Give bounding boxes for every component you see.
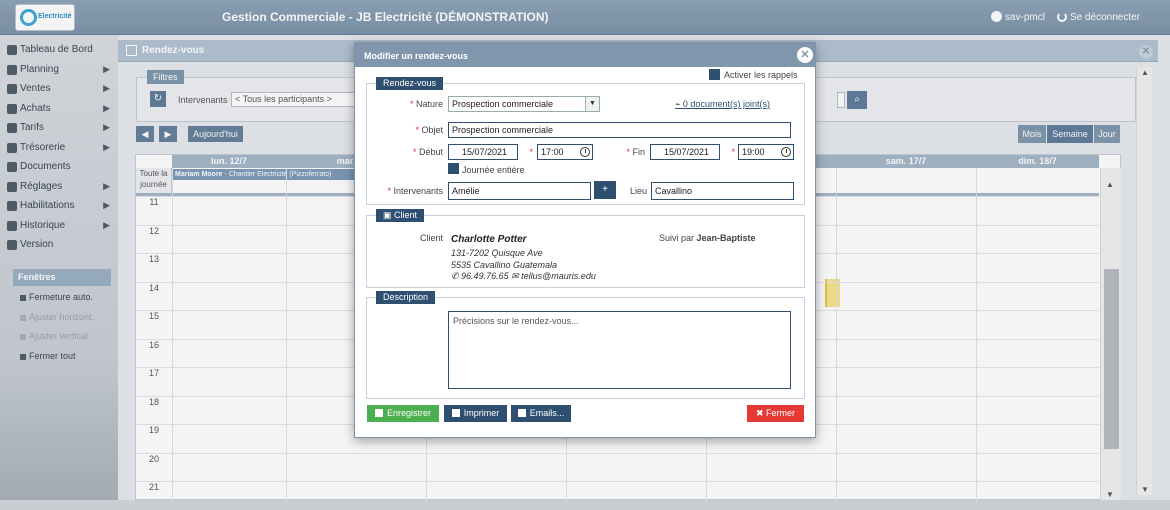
attachments-text: 0 document(s) joint(s) xyxy=(682,99,770,109)
id-card-icon: ▣ xyxy=(383,210,395,220)
fin-date-input[interactable]: 15/07/2021 xyxy=(650,144,720,160)
debut-time-input[interactable]: 17:00 xyxy=(537,144,593,160)
lieu-label: Lieu xyxy=(629,186,647,196)
suivi-label: Suivi par Jean-Baptiste xyxy=(659,233,756,243)
debut-time-value: 17:00 xyxy=(541,147,564,157)
client-email[interactable]: tellus@mauris.edu xyxy=(521,271,596,281)
chevron-down-icon[interactable]: ▼ xyxy=(585,97,599,111)
description-legend: Description xyxy=(376,291,436,304)
allday-checkbox-label: Journée entière xyxy=(462,165,525,175)
nature-label: * Nature xyxy=(409,99,443,109)
fin-label: * Fin xyxy=(626,147,645,157)
close-label: Fermer xyxy=(766,408,796,418)
phone-icon: ✆ xyxy=(451,271,462,281)
print-icon xyxy=(451,409,460,417)
debut-label-text: Début xyxy=(418,147,443,157)
debut-time-required: * xyxy=(529,147,533,157)
attachments-link[interactable]: ⌁ 0 document(s) joint(s) xyxy=(675,99,770,110)
allday-checkbox[interactable] xyxy=(448,163,459,174)
save-label: Enregistrer xyxy=(386,408,431,418)
description-fieldset: Description Précisions sur le rendez-vou… xyxy=(366,291,805,399)
objet-label-text: Objet xyxy=(421,125,443,135)
client-phone[interactable]: 96.49.76.65 xyxy=(461,271,509,281)
edit-appointment-dialog: Modifier un rendez-vous ✕ Activer les ra… xyxy=(354,42,816,438)
dialog-header: Modifier un rendez-vous ✕ xyxy=(355,43,815,67)
client-legend: ▣ Client xyxy=(376,209,425,222)
objet-input[interactable]: Prospection commerciale xyxy=(448,122,791,138)
description-textarea[interactable]: Précisions sur le rendez-vous... xyxy=(448,311,791,389)
add-user-button[interactable]: + xyxy=(594,181,616,199)
close-button[interactable]: ✖ Fermer xyxy=(747,405,804,422)
reminders-label: Activer les rappels xyxy=(724,70,798,80)
fin-time-input[interactable]: 19:00 xyxy=(738,144,794,160)
fin-label-text: Fin xyxy=(632,147,645,157)
add-user-icon: + xyxy=(602,184,608,195)
objet-label: * Objet xyxy=(415,125,443,135)
nature-select[interactable]: Prospection commerciale ▼ xyxy=(448,96,600,112)
close-icon: ✖ xyxy=(755,408,767,418)
client-contact: ✆ 96.49.76.65 ✉ tellus@mauris.edu xyxy=(451,271,596,282)
client-legend-text: Client xyxy=(394,210,418,220)
debut-label: * Début xyxy=(412,147,443,157)
paperclip-icon: ⌁ xyxy=(675,99,683,109)
client-address-line1: 131-7202 Quisque Ave xyxy=(451,248,543,258)
client-name[interactable]: Charlotte Potter xyxy=(451,234,527,245)
intervenants-label: * Intervenants xyxy=(387,186,443,196)
dialog-title: Modifier un rendez-vous xyxy=(364,51,469,61)
lieu-input[interactable]: Cavallino xyxy=(651,182,794,200)
print-button[interactable]: Imprimer xyxy=(444,405,507,422)
nature-value: Prospection commerciale xyxy=(452,99,554,109)
client-address-line2: 5535 Cavallino Guatemala xyxy=(451,260,558,270)
intervenants-label-text: Intervenants xyxy=(393,186,443,196)
envelope-icon xyxy=(517,409,526,417)
nature-label-text: Nature xyxy=(415,99,443,109)
suivi-label-text: Suivi par xyxy=(659,233,695,243)
rdv-fieldset: Rendez-vous * Nature Prospection commerc… xyxy=(366,77,805,205)
debut-date-input[interactable]: 15/07/2021 xyxy=(448,144,518,160)
dialog-close-button[interactable]: ✕ xyxy=(797,47,813,63)
envelope-icon: ✉ xyxy=(511,271,522,281)
floppy-icon xyxy=(374,409,383,417)
suivi-value: Jean-Baptiste xyxy=(696,233,756,243)
email-label: Emails... xyxy=(529,408,565,418)
reminders-checkbox[interactable] xyxy=(709,69,720,80)
print-label: Imprimer xyxy=(463,408,500,418)
client-label: Client xyxy=(419,233,443,243)
clock-icon xyxy=(580,147,590,157)
email-button[interactable]: Emails... xyxy=(511,405,571,422)
save-button[interactable]: Enregistrer xyxy=(367,405,439,422)
fin-time-value: 19:00 xyxy=(742,147,765,157)
intervenants-input[interactable]: Amélie xyxy=(448,182,591,200)
rdv-legend: Rendez-vous xyxy=(376,77,444,90)
client-fieldset: ▣ Client Client Charlotte Potter 131-720… xyxy=(366,209,805,288)
clock-icon xyxy=(781,147,791,157)
fin-time-required: * xyxy=(731,147,735,157)
